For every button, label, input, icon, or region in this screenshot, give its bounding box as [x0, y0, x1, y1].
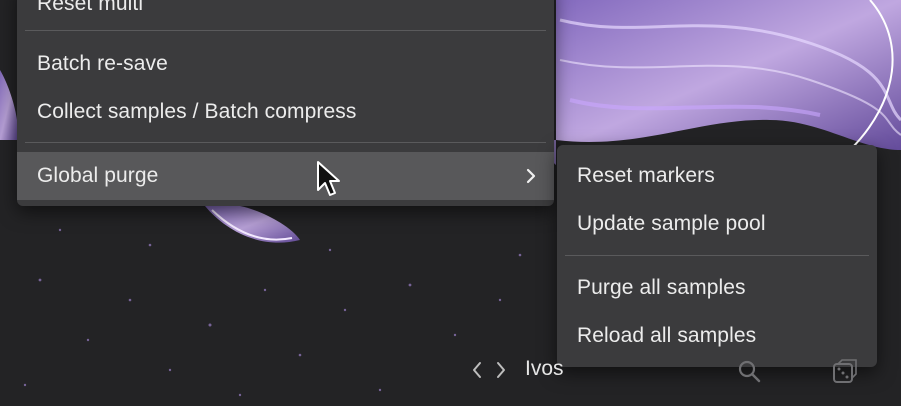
menu-item-label: Reload all samples — [577, 324, 757, 347]
menu-item-label: Reset markers — [577, 164, 715, 187]
mouse-cursor-icon — [317, 161, 340, 196]
menu-item-global-purge[interactable]: Global purge — [17, 152, 554, 200]
menu-item-batch-re-save[interactable]: Batch re-save — [17, 40, 554, 88]
context-menu: Reset multi Batch re-save Collect sample… — [17, 0, 554, 206]
menu-divider — [565, 255, 869, 256]
menu-item-label: Global purge — [37, 164, 159, 187]
menu-item-label: Batch re-save — [37, 52, 168, 75]
chevron-right-icon — [526, 168, 536, 184]
menu-item-label: Collect samples / Batch compress — [37, 100, 357, 123]
dice-icon[interactable] — [830, 358, 858, 386]
submenu-item-update-sample-pool[interactable]: Update sample pool — [557, 200, 877, 248]
submenu-item-purge-all-samples[interactable]: Purge all samples — [557, 264, 877, 312]
global-purge-submenu: Reset markers Update sample pool Purge a… — [557, 145, 877, 367]
menu-divider — [25, 142, 546, 143]
submenu-item-reset-markers[interactable]: Reset markers — [557, 152, 877, 200]
menu-item-reset-multi[interactable]: Reset multi — [17, 0, 554, 28]
menu-item-collect-samples[interactable]: Collect samples / Batch compress — [17, 88, 554, 136]
menu-item-label: Purge all samples — [577, 276, 746, 299]
search-icon[interactable] — [736, 358, 764, 386]
menu-item-label: Update sample pool — [577, 212, 766, 235]
folder-name[interactable]: Ivos — [525, 357, 564, 381]
chevron-right-icon[interactable] — [494, 358, 508, 382]
submenu-item-reload-all-samples[interactable]: Reload all samples — [557, 312, 877, 360]
menu-divider — [25, 30, 546, 31]
menu-item-label: Reset multi — [37, 0, 144, 15]
chevron-left-icon[interactable] — [470, 358, 484, 382]
